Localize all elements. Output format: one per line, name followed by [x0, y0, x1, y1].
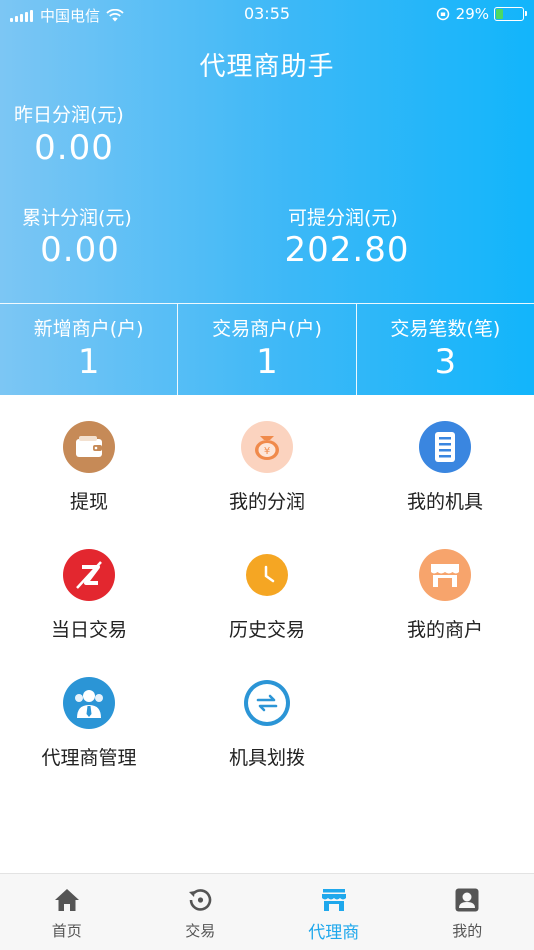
- menu-item-device-transfer[interactable]: 机具划拨: [178, 651, 356, 779]
- store-icon: [321, 889, 346, 911]
- menu-label: 历史交易: [228, 619, 305, 641]
- yesterday-profit-value: 0.00: [34, 128, 114, 168]
- metric-value: 3: [434, 342, 457, 382]
- metric-new-merchants[interactable]: 新增商户(户) 1: [0, 304, 177, 395]
- metric-label: 新增商户(户): [33, 318, 144, 340]
- status-right: 29%: [436, 5, 527, 23]
- metrics-row: 新增商户(户) 1 交易商户(户) 1 交易笔数(笔) 3: [0, 303, 534, 395]
- device-icon: [419, 421, 471, 473]
- metric-value: 1: [77, 342, 100, 382]
- tab-label: 代理商: [308, 923, 360, 943]
- orientation-lock-icon: [436, 7, 449, 21]
- menu-item-withdraw[interactable]: 提现: [0, 395, 178, 523]
- money-bag-icon: ¥: [241, 421, 293, 473]
- total-profit-label: 累计分润(元): [22, 207, 132, 229]
- menu-item-my-merchants[interactable]: 我的商户: [356, 523, 534, 651]
- menu-item-history-transactions[interactable]: 历史交易: [178, 523, 356, 651]
- battery-icon: [494, 7, 527, 21]
- metric-value: 1: [256, 342, 278, 382]
- svg-text:¥: ¥: [264, 446, 270, 457]
- wallet-icon: [63, 421, 115, 473]
- yesterday-profit-label: 昨日分润(元): [14, 104, 124, 126]
- z-icon: [63, 549, 115, 601]
- tab-agent[interactable]: 代理商: [267, 874, 401, 950]
- tab-mine[interactable]: 我的: [401, 874, 534, 950]
- tab-label: 我的: [452, 922, 483, 940]
- tab-transactions[interactable]: 交易: [134, 874, 268, 950]
- metric-label: 交易笔数(笔): [390, 318, 501, 340]
- menu-label: 我的机具: [406, 491, 483, 513]
- menu-item-my-devices[interactable]: 我的机具: [356, 395, 534, 523]
- shop-icon: [419, 549, 471, 601]
- clock-icon: [246, 554, 288, 596]
- menu-label: 我的商户: [406, 619, 483, 641]
- battery-percent: 29%: [455, 5, 489, 23]
- header-panel: 中国电信 03:55 29% 代理商助手 昨日分润(元) 0.00 累计分润(元…: [0, 0, 534, 395]
- menu-label: 提现: [69, 491, 108, 513]
- metric-transaction-count[interactable]: 交易笔数(笔) 3: [355, 304, 534, 395]
- profile-icon: [455, 888, 479, 912]
- metric-trading-merchants[interactable]: 交易商户(户) 1: [177, 304, 355, 395]
- metric-label: 交易商户(户): [212, 318, 322, 340]
- agent-icon: [63, 677, 115, 729]
- transfer-icon: [244, 680, 290, 726]
- menu-label: 我的分润: [228, 491, 305, 513]
- total-profit-value: 0.00: [40, 230, 120, 270]
- status-bar: 中国电信 03:55 29%: [0, 0, 534, 28]
- menu-label: 机具划拨: [228, 747, 305, 769]
- menu-label: 当日交易: [50, 619, 127, 641]
- menu-label: 代理商管理: [41, 747, 137, 769]
- withdrawable-profit-label: 可提分润(元): [288, 207, 398, 229]
- menu-item-today-transactions[interactable]: 当日交易: [0, 523, 178, 651]
- withdrawable-profit-value: 202.80: [284, 230, 410, 270]
- tab-label: 首页: [51, 922, 82, 940]
- tab-home[interactable]: 首页: [0, 874, 134, 950]
- menu-item-my-profit[interactable]: ¥ 我的分润: [178, 395, 356, 523]
- tab-bar: 首页 交易 代理商 我的: [0, 873, 534, 950]
- menu-item-agent-management[interactable]: 代理商管理: [0, 651, 178, 779]
- history-icon: [189, 889, 212, 911]
- tab-label: 交易: [185, 922, 216, 940]
- page-title: 代理商助手: [199, 52, 335, 82]
- home-icon: [54, 889, 79, 911]
